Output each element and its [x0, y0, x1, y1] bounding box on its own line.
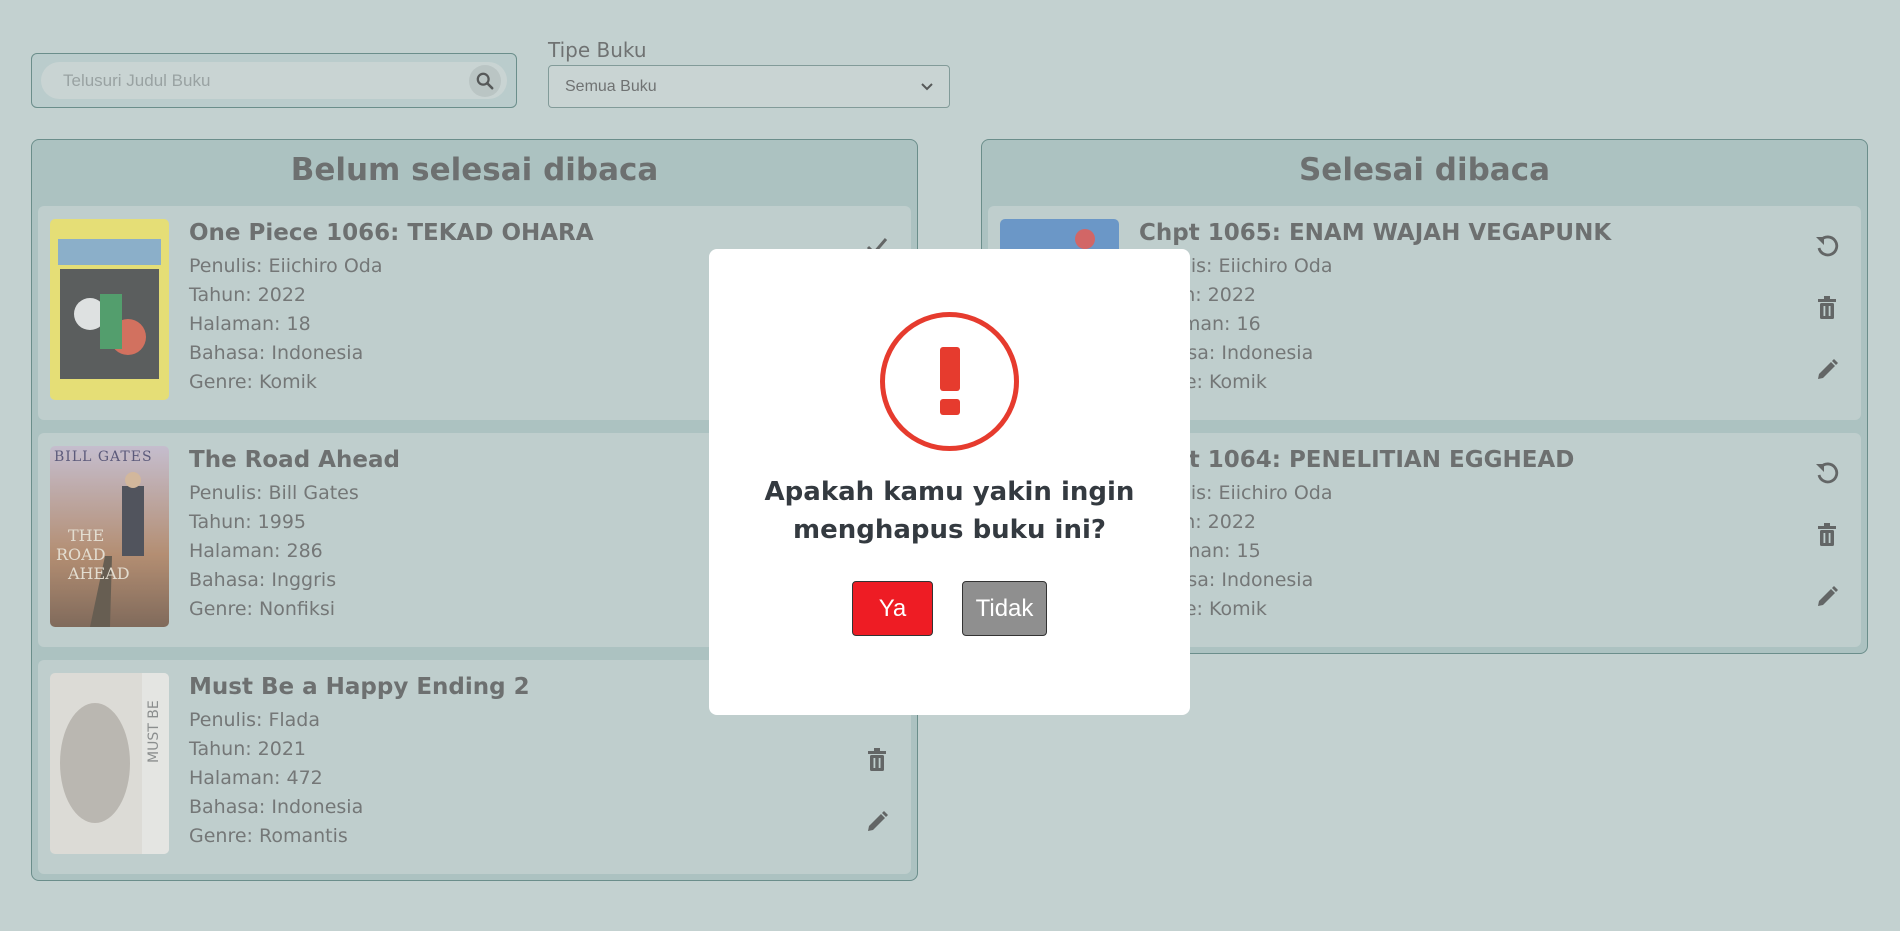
confirm-no-button[interactable]: Tidak — [962, 581, 1047, 636]
confirm-delete-dialog: Apakah kamu yakin ingin menghapus buku i… — [709, 249, 1190, 715]
confirm-yes-button[interactable]: Ya — [852, 581, 933, 636]
confirm-message: Apakah kamu yakin ingin menghapus buku i… — [764, 477, 1135, 545]
warning-icon — [880, 312, 1019, 451]
